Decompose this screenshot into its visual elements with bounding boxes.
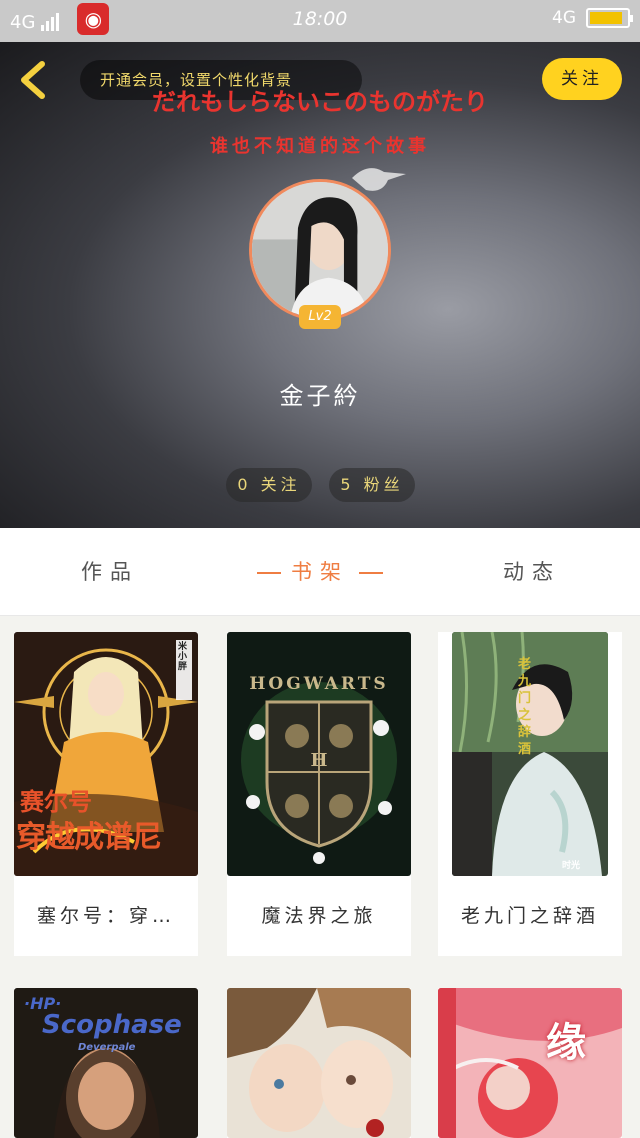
book-cover: ·HP· Scophase Deverpale <box>14 988 198 1138</box>
fans-count[interactable]: 5 粉丝 <box>329 468 415 502</box>
cover-title-1: 老九门之辞酒 <box>518 657 532 757</box>
book-card[interactable]: HOGWARTS H 魔法界之旅 <box>227 632 411 956</box>
cover-title-1: HOGWARTS <box>249 674 389 694</box>
cover-mark: 时光 <box>562 861 581 871</box>
cover-title-1: 缘 <box>546 1020 586 1066</box>
cover-author: 米小胖 <box>178 642 188 672</box>
book-title: 魔法界之旅 <box>261 905 377 927</box>
status-bar: 4G ◉ 18:00 4G <box>0 0 640 42</box>
book-cover-art <box>227 988 411 1138</box>
follow-button[interactable]: 关注 <box>542 58 622 100</box>
status-time: 18:00 <box>292 8 348 30</box>
tab-indicator-left <box>257 572 281 574</box>
book-cover: HOGWARTS H <box>227 632 411 876</box>
bookshelf-grid: 赛尔号 穿越成谱尼 米小胖 塞尔号：穿… HOGWARTS H 魔法界之旅 老九… <box>0 617 640 1138</box>
tab-works-label: 作品 <box>81 560 139 584</box>
cover-title-2: 穿越成谱尼 <box>16 820 162 855</box>
following-count[interactable]: 0 关注 <box>226 468 312 502</box>
cover-author: Deverpale <box>78 1042 136 1053</box>
cover-title-2: H <box>310 750 328 771</box>
book-cover-art <box>438 988 622 1138</box>
profile-header: 开通会员，设置个性化背景 だれもしらないこのものがたり 谁也不知道的这个故事 关… <box>0 42 640 528</box>
battery-icon <box>586 8 633 28</box>
tab-indicator-right <box>359 572 383 574</box>
book-card[interactable]: 赛尔号 穿越成谱尼 米小胖 塞尔号：穿… <box>14 632 198 956</box>
tab-bookshelf-label: 书架 <box>291 560 349 584</box>
book-title: 老九门之辞酒 <box>460 905 599 927</box>
book-cover: 赛尔号 穿越成谱尼 米小胖 <box>14 632 198 876</box>
book-card[interactable]: 缘 <box>438 988 622 1138</box>
profile-tabs: 作品 书架 动态 <box>0 528 640 616</box>
book-cover: 老九门之辞酒 时光 <box>452 632 608 876</box>
tab-works[interactable]: 作品 <box>40 528 180 616</box>
avatar[interactable] <box>249 179 391 321</box>
book-title: 塞尔号：穿… <box>36 905 175 927</box>
background-tagline-zh: 谁也不知道的这个故事 <box>210 136 430 157</box>
tab-bookshelf[interactable]: 书架 <box>230 528 410 616</box>
book-cover: 缘 <box>438 988 622 1138</box>
status-right: 4G <box>552 8 633 28</box>
book-cover <box>227 988 411 1138</box>
tab-activity-label: 动态 <box>503 560 561 584</box>
level-badge: Lv2 <box>299 305 341 329</box>
book-card[interactable]: 老九门之辞酒 时光 老九门之辞酒 <box>438 632 622 956</box>
avatar-image <box>252 182 388 318</box>
network-type-right: 4G <box>552 8 576 28</box>
username: 金子紟 <box>279 382 361 410</box>
tab-activity[interactable]: 动态 <box>462 528 602 616</box>
book-card[interactable] <box>227 988 411 1138</box>
book-card[interactable]: ·HP· Scophase Deverpale <box>14 988 198 1138</box>
cover-title-2: Scophase <box>42 1010 182 1040</box>
